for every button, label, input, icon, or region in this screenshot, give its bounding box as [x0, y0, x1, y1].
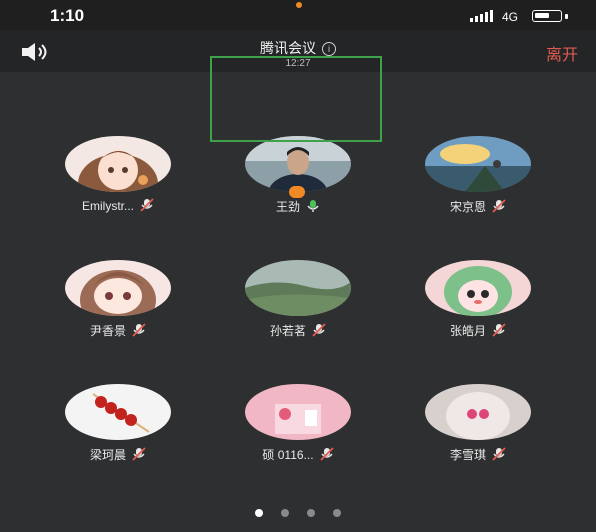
mic-muted-icon [132, 447, 146, 461]
participant-avatar [245, 136, 351, 192]
participant-name-row: Emilystr... [33, 198, 203, 213]
participant-tile[interactable]: 宋京恩 [393, 136, 563, 226]
leave-button[interactable]: 离开 [546, 41, 578, 65]
participant-tile[interactable]: 硕 0116... [213, 384, 383, 474]
participant-name: 尹香景 [89, 324, 126, 338]
page-dot[interactable] [307, 509, 315, 517]
participant-tile[interactable]: 梁珂晨 [33, 384, 203, 474]
page-dot[interactable] [333, 509, 341, 517]
meeting-title: 腾讯会议 [260, 40, 316, 56]
status-bar: 1:10 4G [0, 0, 596, 30]
participant-tile[interactable]: 尹香景 [33, 260, 203, 350]
battery-cap [565, 14, 568, 19]
host-badge-icon [289, 186, 305, 198]
participant-avatar [425, 260, 531, 316]
mic-muted-icon [492, 323, 506, 337]
page-indicator [0, 504, 596, 522]
participant-name: Emilystr... [81, 199, 134, 213]
mic-muted-icon [492, 447, 506, 461]
status-time: 1:10 [50, 6, 85, 25]
mic-muted-icon [492, 199, 506, 213]
participant-avatar [65, 384, 171, 440]
page-dot[interactable] [281, 509, 289, 517]
participant-tile[interactable]: 王劲 [213, 136, 383, 226]
participant-name-row: 梁珂晨 [33, 446, 203, 463]
participant-tile[interactable]: Emilystr... [33, 136, 203, 226]
mic-muted-icon [319, 447, 334, 461]
network-type: 4G [502, 10, 519, 24]
participant-name-row: 张皓月 [393, 322, 563, 339]
participant-tile[interactable]: 孙若茗 [213, 260, 383, 350]
participant-name-row: 王劲 [213, 198, 383, 215]
participant-avatar [425, 384, 531, 440]
battery-level [535, 13, 549, 18]
participant-name: 李雪琪 [449, 448, 486, 462]
participant-tile[interactable]: 张皓月 [393, 260, 563, 350]
participant-avatar [65, 260, 171, 316]
participant-name-row: 孙若茗 [213, 322, 383, 339]
title-area: 腾讯会议 i [0, 38, 596, 58]
participant-avatar [425, 136, 531, 192]
participant-avatar [65, 136, 171, 192]
signal-icon [470, 10, 493, 22]
participant-name: 孙若茗 [269, 324, 306, 338]
participant-name: 张皓月 [449, 324, 486, 338]
participant-avatar [245, 384, 351, 440]
recording-dot-icon [296, 2, 302, 8]
mic-speaking-icon [306, 199, 320, 213]
participant-name-row: 硕 0116... [213, 446, 383, 463]
participant-name: 宋京恩 [449, 200, 486, 214]
mic-muted-icon [132, 323, 146, 337]
mic-muted-icon [312, 323, 326, 337]
participant-avatar [245, 260, 351, 316]
participant-name: 硕 0116... [262, 448, 314, 462]
participant-name-row: 宋京恩 [393, 198, 563, 215]
participant-tile[interactable]: 李雪琪 [393, 384, 563, 474]
participant-name: 梁珂晨 [89, 448, 126, 462]
participant-name: 王劲 [275, 200, 300, 214]
participant-name-row: 尹香景 [33, 322, 203, 339]
mic-muted-icon [140, 198, 154, 212]
active-speaker-frame [210, 56, 382, 142]
page-dot[interactable] [255, 509, 263, 517]
info-icon[interactable]: i [322, 42, 336, 56]
participant-name-row: 李雪琪 [393, 446, 563, 463]
battery-icon [532, 10, 562, 22]
